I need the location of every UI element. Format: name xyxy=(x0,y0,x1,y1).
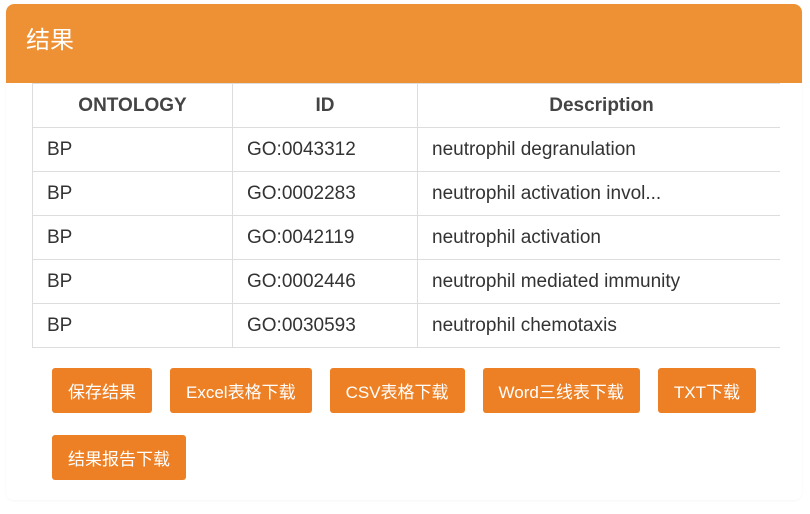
cell-id: GO:0002283 xyxy=(233,172,418,216)
table-scroll-container[interactable]: ONTOLOGY ID Description BP GO:0043312 ne… xyxy=(32,83,780,348)
txt-download-button[interactable]: TXT下载 xyxy=(658,368,756,413)
table-header-row: ONTOLOGY ID Description xyxy=(33,84,781,128)
table-row: BP GO:0002283 neutrophil activation invo… xyxy=(33,172,781,216)
cell-ontology: BP xyxy=(33,304,233,348)
table-row: BP GO:0042119 neutrophil activation xyxy=(33,216,781,260)
col-header-description: Description xyxy=(418,84,781,128)
cell-ontology: BP xyxy=(33,216,233,260)
table-row: BP GO:0002446 neutrophil mediated immuni… xyxy=(33,260,781,304)
cell-id: GO:0042119 xyxy=(233,216,418,260)
cell-description: neutrophil degranulation xyxy=(418,128,781,172)
table-row: BP GO:0043312 neutrophil degranulation xyxy=(33,128,781,172)
cell-description: neutrophil chemotaxis xyxy=(418,304,781,348)
cell-description: neutrophil mediated immunity xyxy=(418,260,781,304)
button-row: 保存结果 Excel表格下载 CSV表格下载 Word三线表下载 TXT下载 结… xyxy=(30,368,778,480)
cell-ontology: BP xyxy=(33,172,233,216)
col-header-id: ID xyxy=(233,84,418,128)
results-panel: 结果 ONTOLOGY ID Description BP xyxy=(6,4,802,500)
results-table: ONTOLOGY ID Description BP GO:0043312 ne… xyxy=(32,83,780,348)
cell-id: GO:0043312 xyxy=(233,128,418,172)
cell-description: neutrophil activation xyxy=(418,216,781,260)
report-download-button[interactable]: 结果报告下载 xyxy=(52,435,186,480)
panel-title: 结果 xyxy=(6,4,802,85)
cell-id: GO:0002446 xyxy=(233,260,418,304)
cell-ontology: BP xyxy=(33,128,233,172)
table-row: BP GO:0030593 neutrophil chemotaxis xyxy=(33,304,781,348)
col-header-ontology: ONTOLOGY xyxy=(33,84,233,128)
cell-ontology: BP xyxy=(33,260,233,304)
excel-download-button[interactable]: Excel表格下载 xyxy=(170,368,312,413)
cell-id: GO:0030593 xyxy=(233,304,418,348)
word-download-button[interactable]: Word三线表下载 xyxy=(483,368,640,413)
save-button[interactable]: 保存结果 xyxy=(52,368,152,413)
cell-description: neutrophil activation invol... xyxy=(418,172,781,216)
panel-body: ONTOLOGY ID Description BP GO:0043312 ne… xyxy=(6,83,802,500)
csv-download-button[interactable]: CSV表格下载 xyxy=(330,368,465,413)
